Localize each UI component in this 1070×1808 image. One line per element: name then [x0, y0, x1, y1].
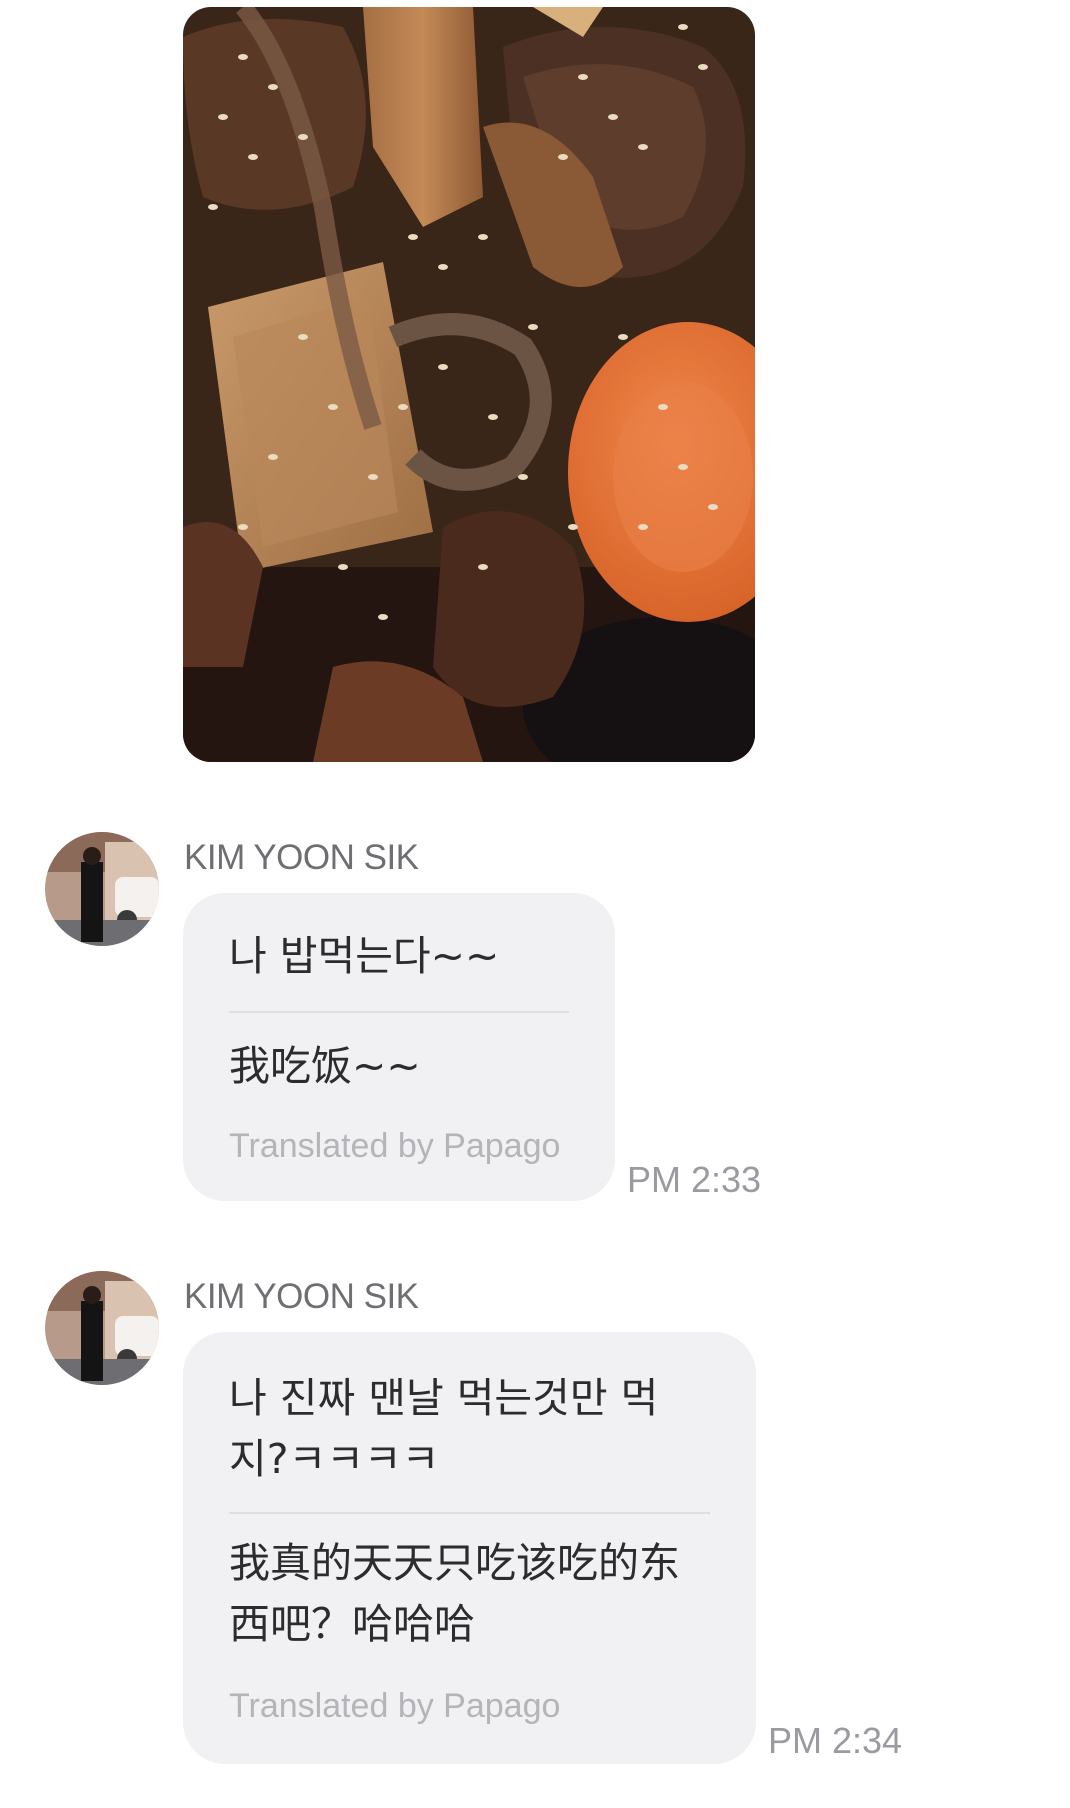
- sender-avatar[interactable]: [45, 1271, 159, 1385]
- translation-credit: Translated by Papago: [229, 1127, 561, 1165]
- message-bubble[interactable]: 나 밥먹는다~~ 我吃饭~~ Translated by Papago: [183, 893, 615, 1201]
- message-timestamp: PM 2:34: [768, 1720, 903, 1761]
- food-photo-message[interactable]: [183, 7, 755, 762]
- original-text: 나 진짜 맨날 먹는것만 먹지?ㅋㅋㅋㅋ: [229, 1374, 659, 1483]
- translation-divider: [229, 1512, 710, 1514]
- message-bubble[interactable]: 나 진짜 맨날 먹는것만 먹지?ㅋㅋㅋㅋ 我真的天天只吃该吃的东西吧？哈哈哈 T…: [183, 1332, 756, 1764]
- sender-name: KIM YOON SIK: [184, 1277, 419, 1316]
- translation-divider: [229, 1011, 569, 1013]
- message-timestamp: PM 2:33: [627, 1159, 762, 1200]
- avatar-photo: [45, 1271, 159, 1385]
- sender-name: KIM YOON SIK: [184, 838, 419, 877]
- translated-text: 我真的天天只吃该吃的东西吧？哈哈哈: [229, 1539, 680, 1648]
- translation-credit: Translated by Papago: [229, 1687, 561, 1725]
- original-text: 나 밥먹는다~~: [229, 932, 500, 980]
- translated-text: 我吃饭~~: [229, 1042, 421, 1090]
- avatar-photo: [45, 832, 159, 946]
- food-photo: [183, 7, 755, 762]
- sender-avatar[interactable]: [45, 832, 159, 946]
